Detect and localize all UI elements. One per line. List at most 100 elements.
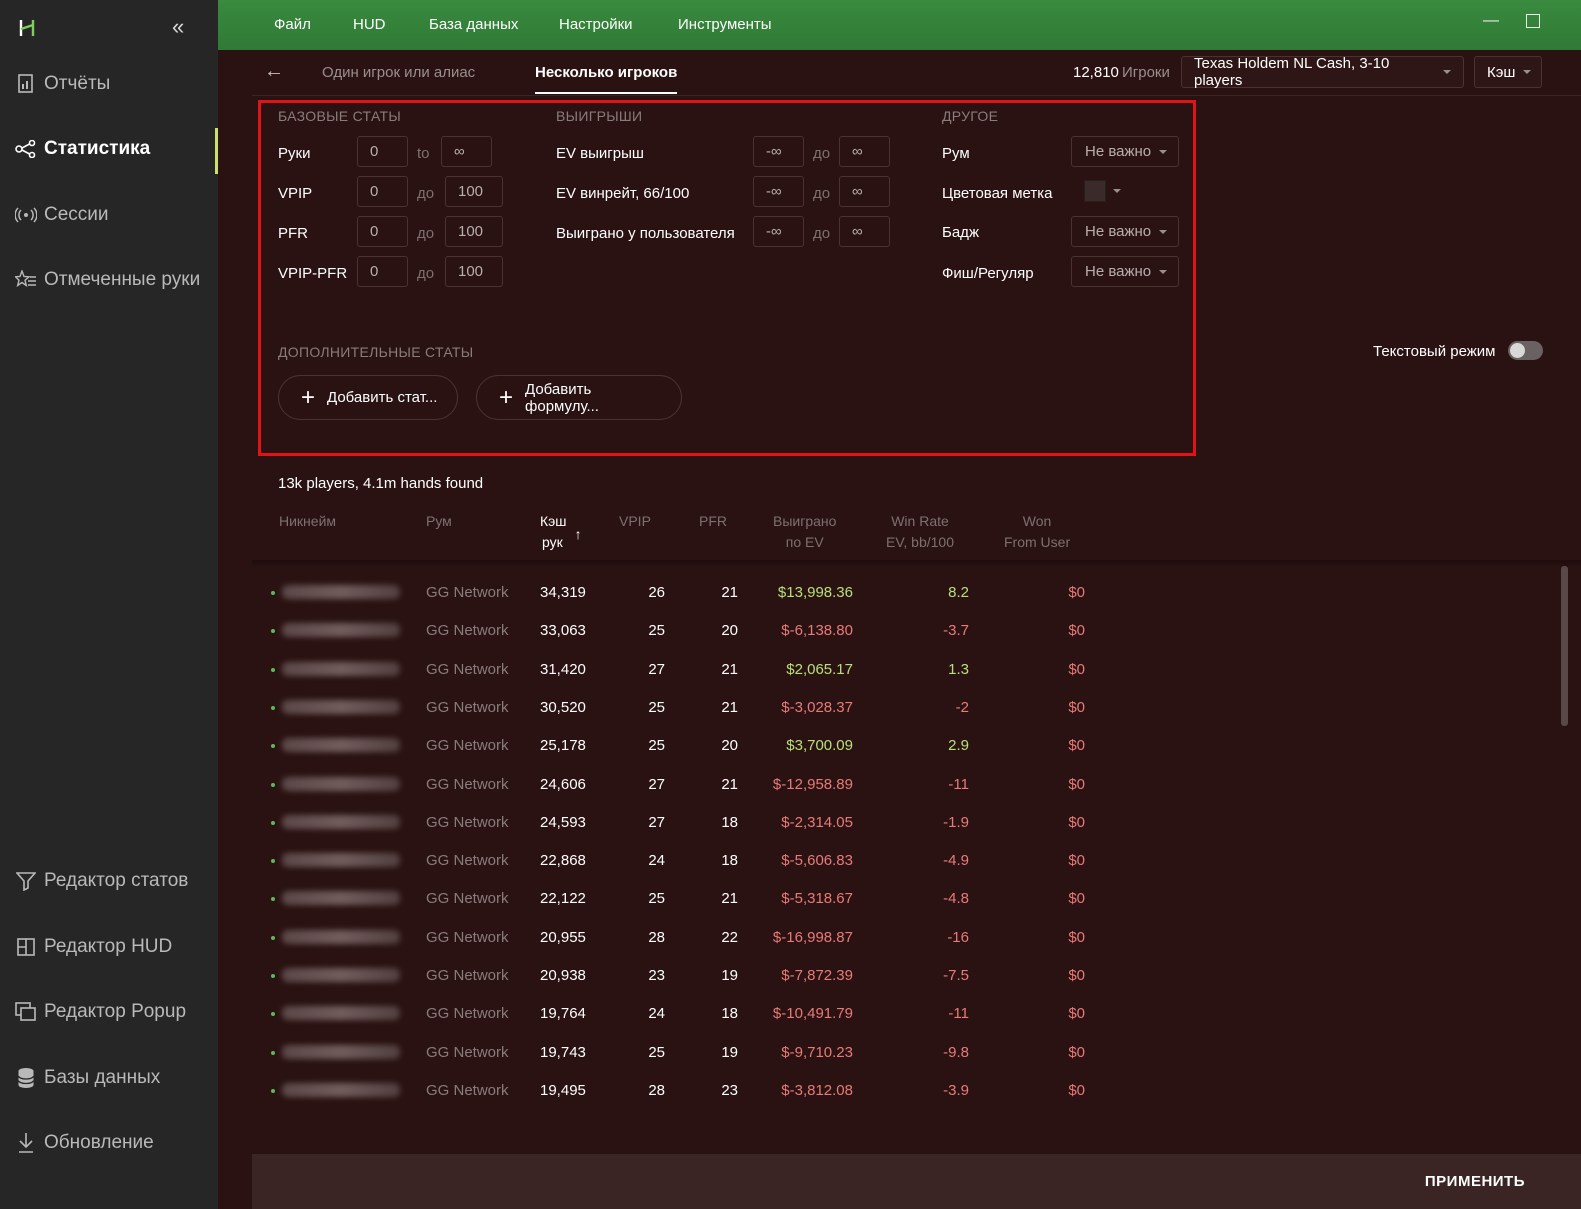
mode-dropdown[interactable]: Кэш xyxy=(1474,56,1542,88)
table-row[interactable]: GG Network 33,063 25 20 $-6,138.80 -3.7 $0 xyxy=(252,612,1562,650)
online-status-dot xyxy=(271,859,275,864)
ev-winrate-to-input[interactable]: ∞ xyxy=(839,176,890,207)
menu-database[interactable]: База данных xyxy=(429,16,518,33)
column-header-cash-hands[interactable]: Кэш рук ↑ xyxy=(540,511,582,553)
table-row[interactable]: GG Network 20,955 28 22 $-16,998.87 -16 $0 xyxy=(252,919,1562,957)
chevron-down-icon[interactable] xyxy=(1113,189,1121,193)
pfr-from-input[interactable]: 0 xyxy=(357,216,408,247)
column-header-room[interactable]: Рум xyxy=(426,511,452,532)
game-type-dropdown[interactable]: Texas Holdem NL Cash, 3-10 players xyxy=(1181,55,1464,89)
sidebar-item-update[interactable]: Обновление xyxy=(0,1120,218,1166)
filter-label: EV винрейт, 66/100 xyxy=(556,185,690,202)
share-nodes-icon xyxy=(14,137,38,161)
collapse-sidebar-icon[interactable]: « xyxy=(172,14,184,40)
sidebar-item-sessions[interactable]: Сессии xyxy=(0,192,218,238)
won-from-user-to-input[interactable]: ∞ xyxy=(839,216,890,247)
hands-from-input[interactable]: 0 xyxy=(357,136,408,167)
cell-won-ev: $-2,314.05 xyxy=(781,813,853,831)
menu-file[interactable]: Файл xyxy=(274,16,311,33)
table-row[interactable]: GG Network 24,606 27 21 $-12,958.89 -11 $0 xyxy=(252,766,1562,804)
column-header-nickname[interactable]: Никнейм xyxy=(279,511,336,532)
maximize-icon[interactable] xyxy=(1526,14,1540,28)
sidebar-item-stat-editor[interactable]: Редактор статов xyxy=(0,858,218,904)
table-scrollbar[interactable] xyxy=(1561,566,1568,726)
sidebar-item-label: Редактор Popup xyxy=(44,1001,187,1022)
vpip-from-input[interactable]: 0 xyxy=(357,176,408,207)
badge-select[interactable]: Не важно xyxy=(1071,216,1179,247)
table-row[interactable]: GG Network 19,495 28 23 $-3,812.08 -3.9 $0 xyxy=(252,1072,1562,1110)
column-header-win-rate[interactable]: Win Rate EV, bb/100 xyxy=(886,511,954,553)
add-stat-button[interactable]: + Добавить стат... xyxy=(278,375,458,420)
tab-multiple-players[interactable]: Несколько игроков xyxy=(535,64,678,94)
cell-room: GG Network xyxy=(426,1043,509,1061)
vpip-pfr-to-input[interactable]: 100 xyxy=(445,256,503,287)
sidebar-item-popup-editor[interactable]: Редактор Popup xyxy=(0,989,218,1035)
player-nickname-blurred xyxy=(282,929,400,944)
table-header-divider xyxy=(252,560,1581,568)
column-header-vpip[interactable]: VPIP xyxy=(619,511,651,532)
range-separator: до xyxy=(417,185,435,202)
table-row[interactable]: GG Network 20,938 23 19 $-7,872.39 -7.5 $0 xyxy=(252,957,1562,995)
color-mark-swatch[interactable] xyxy=(1084,180,1106,202)
column-header-won-from-user[interactable]: Won From User xyxy=(1004,511,1070,553)
table-row[interactable]: GG Network 30,520 25 21 $-3,028.37 -2 $0 xyxy=(252,689,1562,727)
vpip-to-input[interactable]: 100 xyxy=(445,176,503,207)
won-from-user-from-input[interactable]: -∞ xyxy=(753,216,804,247)
cell-hands: 24,606 xyxy=(540,775,586,793)
cell-vpip: 24 xyxy=(648,1005,665,1023)
text-mode-toggle[interactable] xyxy=(1508,341,1543,360)
cell-vpip: 27 xyxy=(648,775,665,793)
player-nickname-blurred xyxy=(282,661,400,676)
tab-single-player[interactable]: Один игрок или алиас xyxy=(322,64,475,81)
cell-vpip: 28 xyxy=(648,1081,665,1099)
cell-hands: 20,938 xyxy=(540,967,586,984)
table-row[interactable]: GG Network 34,319 26 21 $13,998.36 8.2 $0 xyxy=(252,574,1562,612)
chevron-down-icon xyxy=(1443,70,1451,74)
online-status-dot xyxy=(271,705,275,710)
menu-hud[interactable]: HUD xyxy=(353,16,386,33)
table-row[interactable]: GG Network 19,743 25 19 $-9,710.23 -9.8 $0 xyxy=(252,1034,1562,1072)
table-row[interactable]: GG Network 22,122 25 21 $-5,318.67 -4.8 $0 xyxy=(252,880,1562,918)
apply-button[interactable]: ПРИМЕНИТЬ xyxy=(1425,1173,1525,1190)
menu-tools[interactable]: Инструменты xyxy=(678,16,772,33)
pfr-to-input[interactable]: 100 xyxy=(445,216,503,247)
menu-settings[interactable]: Настройки xyxy=(559,16,633,33)
cell-won-from-user: $0 xyxy=(1068,1043,1085,1061)
sidebar-item-reports[interactable]: Отчёты xyxy=(0,61,218,107)
table-row[interactable]: GG Network 24,593 27 18 $-2,314.05 -1.9 $0 xyxy=(252,804,1562,842)
table-row[interactable]: GG Network 22,868 24 18 $-5,606.83 -4.9 $0 xyxy=(252,842,1562,880)
table-row[interactable]: GG Network 19,764 24 18 $-10,491.79 -11 $0 xyxy=(252,995,1562,1033)
cell-won-from-user: $0 xyxy=(1068,584,1085,601)
fish-regular-select[interactable]: Не важно xyxy=(1071,256,1179,287)
filter-label: Фиш/Регуляр xyxy=(942,265,1034,282)
column-header-pfr[interactable]: PFR xyxy=(699,511,727,532)
ev-winrate-from-input[interactable]: -∞ xyxy=(753,176,804,207)
ev-win-to-input[interactable]: ∞ xyxy=(839,136,890,167)
filter-label: EV выигрыш xyxy=(556,145,644,162)
sidebar-item-databases[interactable]: Базы данных xyxy=(0,1055,218,1101)
cell-hands: 33,063 xyxy=(540,622,586,640)
minimize-icon[interactable]: — xyxy=(1483,12,1499,30)
chevron-down-icon xyxy=(1159,269,1168,274)
report-icon xyxy=(14,72,38,96)
ev-win-from-input[interactable]: -∞ xyxy=(753,136,804,167)
sort-ascending-icon: ↑ xyxy=(574,526,582,542)
table-row[interactable]: GG Network 31,420 27 21 $2,065.17 1.3 $0 xyxy=(252,651,1562,689)
hands-to-input[interactable]: ∞ xyxy=(441,136,492,167)
cell-won-from-user: $0 xyxy=(1068,890,1085,908)
vpip-pfr-from-input[interactable]: 0 xyxy=(357,256,408,287)
range-separator: до xyxy=(813,185,831,202)
cell-won-from-user: $0 xyxy=(1068,775,1085,793)
sidebar-item-statistics[interactable]: Статистика xyxy=(0,126,218,174)
players-count: 12,810 xyxy=(1073,64,1119,81)
table-row[interactable]: GG Network 25,178 25 20 $3,700.09 2.9 $0 xyxy=(252,727,1562,765)
chevron-down-icon xyxy=(1159,229,1168,234)
online-status-dot xyxy=(271,629,275,634)
add-formula-button[interactable]: + Добавить формулу... xyxy=(476,375,682,420)
sidebar-item-hud-editor[interactable]: Редактор HUD xyxy=(0,924,218,970)
column-header-won-ev[interactable]: Выиграно по EV xyxy=(773,511,836,553)
cell-room: GG Network xyxy=(426,967,509,984)
back-arrow-icon[interactable]: ← xyxy=(264,60,284,83)
sidebar-item-marked-hands[interactable]: Отмеченные руки xyxy=(0,257,218,303)
room-select[interactable]: Не важно xyxy=(1071,136,1179,167)
